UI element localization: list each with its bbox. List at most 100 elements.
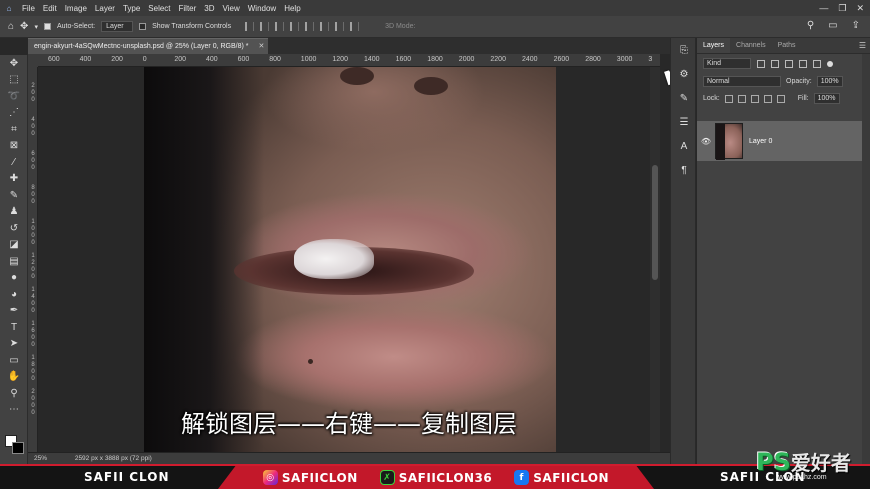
- opacity-input[interactable]: 100%: [816, 76, 843, 87]
- menu-window[interactable]: Window: [244, 4, 280, 13]
- restore-button[interactable]: ❐: [838, 3, 846, 14]
- menu-bar: ⌂ File Edit Image Layer Type Select Filt…: [0, 0, 870, 16]
- menu-select[interactable]: Select: [144, 4, 174, 13]
- dodge-tool-icon[interactable]: ◕: [0, 286, 28, 303]
- align-right-icon[interactable]: [275, 22, 285, 31]
- brush-settings-icon[interactable]: ✎: [671, 86, 697, 110]
- layer-row[interactable]: 👁 Layer 0: [697, 121, 862, 161]
- blend-mode-dropdown[interactable]: Normal: [703, 76, 781, 87]
- vertical-scrollbar[interactable]: [650, 67, 660, 452]
- document-dimensions: 2592 px x 3888 px (72 ppi): [74, 455, 152, 462]
- fill-input[interactable]: 100%: [813, 93, 840, 104]
- adjustment-filter-icon[interactable]: [771, 59, 779, 68]
- home-button-icon[interactable]: ⌂: [8, 21, 14, 32]
- align-top-icon[interactable]: [290, 22, 300, 31]
- path-selection-tool-icon[interactable]: ➤: [0, 336, 28, 353]
- move-tool-icon[interactable]: ✥: [0, 55, 28, 72]
- marquee-tool-icon[interactable]: ⬚: [0, 72, 28, 89]
- align-left-icon[interactable]: [245, 22, 255, 31]
- properties-panel-icon[interactable]: ⚙: [671, 62, 697, 86]
- paragraph-panel-icon[interactable]: ¶: [671, 158, 697, 182]
- zoom-tool-icon[interactable]: ⚲: [0, 385, 28, 402]
- menu-edit[interactable]: Edit: [39, 4, 61, 13]
- layers-scrollbar[interactable]: [862, 54, 870, 464]
- align-middle-icon[interactable]: [305, 22, 315, 31]
- auto-select-checkbox[interactable]: [43, 23, 51, 30]
- kind-filter-dropdown[interactable]: Kind: [703, 58, 751, 69]
- minimize-button[interactable]: —: [819, 3, 828, 13]
- move-tool-icon[interactable]: ✥: [20, 21, 28, 32]
- adjustments-icon[interactable]: ☰: [671, 110, 697, 134]
- menu-image[interactable]: Image: [61, 4, 91, 13]
- background-color-swatch[interactable]: [12, 442, 24, 454]
- menu-layer[interactable]: Layer: [91, 4, 119, 13]
- align-bottom-icon[interactable]: [320, 22, 330, 31]
- share-icon[interactable]: ⇪: [852, 20, 860, 31]
- lock-image-icon[interactable]: [737, 94, 746, 103]
- more-options-icon[interactable]: [350, 22, 360, 31]
- history-brush-tool-icon[interactable]: ↺: [0, 220, 28, 237]
- shape-filter-icon[interactable]: [799, 59, 807, 68]
- brush-tool-icon[interactable]: ✎: [0, 187, 28, 204]
- color-swatches[interactable]: [5, 435, 25, 455]
- type-filter-icon[interactable]: [785, 59, 793, 68]
- gradient-tool-icon[interactable]: ▤: [0, 253, 28, 270]
- smart-object-filter-icon[interactable]: [813, 59, 821, 68]
- canvas[interactable]: [38, 67, 660, 452]
- history-panel-icon[interactable]: ⎘: [671, 38, 697, 62]
- crop-tool-icon[interactable]: ⌗: [0, 121, 28, 138]
- auto-select-target-dropdown[interactable]: Layer: [101, 21, 134, 32]
- scroll-thumb[interactable]: [652, 165, 658, 280]
- menu-help[interactable]: Help: [280, 4, 304, 13]
- ruler-left-label: 1 6 0 0: [31, 321, 35, 348]
- character-panel-icon[interactable]: A: [671, 134, 697, 158]
- more-tools-icon[interactable]: ⋯: [0, 402, 28, 419]
- close-window-button[interactable]: ✕: [856, 3, 864, 14]
- menu-file[interactable]: File: [18, 4, 39, 13]
- close-document-icon[interactable]: ✕: [258, 43, 264, 50]
- eyedropper-tool-icon[interactable]: ⁄: [0, 154, 28, 171]
- search-icon[interactable]: ⚲: [807, 20, 814, 31]
- menu-view[interactable]: View: [219, 4, 244, 13]
- filter-toggle-icon[interactable]: [827, 60, 833, 67]
- lock-position-icon[interactable]: [750, 94, 759, 103]
- zoom-level[interactable]: 25%: [34, 455, 47, 462]
- align-center-icon[interactable]: [260, 22, 270, 31]
- tab-paths[interactable]: Paths: [772, 38, 802, 53]
- pen-tool-icon[interactable]: ✒: [0, 303, 28, 320]
- workspace-icon[interactable]: ▭: [828, 20, 837, 31]
- eraser-tool-icon[interactable]: ◪: [0, 237, 28, 254]
- chevron-down-icon[interactable]: ▾: [34, 23, 38, 31]
- blur-tool-icon[interactable]: ●: [0, 270, 28, 287]
- document-tab[interactable]: engin-akyurt-4aSQwMectnc-unsplash.psd @ …: [28, 38, 268, 54]
- window-controls: — ❐ ✕: [819, 0, 864, 16]
- healing-brush-tool-icon[interactable]: ✚: [0, 171, 28, 188]
- layer-name[interactable]: Layer 0: [749, 138, 772, 145]
- lock-transparent-icon[interactable]: [724, 94, 733, 103]
- hand-tool-icon[interactable]: ✋: [0, 369, 28, 386]
- pixel-filter-icon[interactable]: [757, 59, 765, 68]
- home-icon[interactable]: ⌂: [0, 4, 18, 13]
- lock-all-icon[interactable]: [776, 94, 785, 103]
- clone-stamp-tool-icon[interactable]: ♟: [0, 204, 28, 221]
- distribute-icon[interactable]: [335, 22, 345, 31]
- menu-filter[interactable]: Filter: [175, 4, 201, 13]
- lasso-tool-icon[interactable]: ➰: [0, 88, 28, 105]
- instagram-icon: ◎: [262, 470, 278, 485]
- tab-layers[interactable]: Layers: [697, 38, 731, 53]
- panel-menu-icon[interactable]: ☰: [859, 41, 866, 50]
- ruler-left-label: 2 0 0: [31, 83, 35, 103]
- lock-artboard-icon[interactable]: [763, 94, 772, 103]
- ruler-top-label: 3: [648, 56, 653, 63]
- rectangle-tool-icon[interactable]: ▭: [0, 352, 28, 369]
- menu-3d[interactable]: 3D: [200, 4, 218, 13]
- frame-tool-icon[interactable]: ⊠: [0, 138, 28, 155]
- eye-icon[interactable]: 👁: [697, 137, 715, 146]
- tab-channels[interactable]: Channels: [730, 38, 772, 53]
- show-transform-checkbox[interactable]: [139, 23, 147, 30]
- quick-select-tool-icon[interactable]: ⋰: [0, 105, 28, 122]
- ruler-top-label: 0: [142, 56, 147, 63]
- type-tool-icon[interactable]: T: [0, 319, 28, 336]
- ruler-left-label: 1 8 0 0: [31, 355, 35, 382]
- menu-type[interactable]: Type: [119, 4, 144, 13]
